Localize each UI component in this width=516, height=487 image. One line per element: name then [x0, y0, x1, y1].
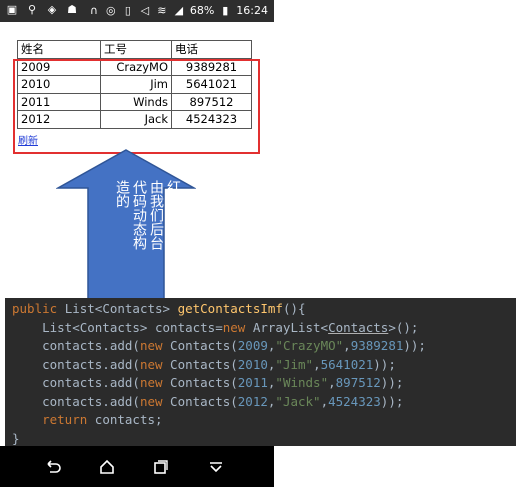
android-icon: ☗ [67, 3, 77, 16]
battery-icon: ▮ [222, 3, 229, 17]
notification-icon: ▣ [6, 3, 18, 16]
home-icon[interactable] [98, 458, 116, 476]
header-name: 姓名 [17, 40, 101, 59]
code-line: contacts.add(new Contacts(2009,"CrazyMO"… [12, 338, 426, 353]
status-bar: ▣ ⚲ ◈ ☗ ∩ ◎ ▯ ◁ ≋ ◢ 68% ▮ 16:24 [0, 0, 274, 22]
header-id: 工号 [100, 40, 172, 59]
battery-percent: 68% [189, 4, 215, 17]
header-phone: 电话 [171, 40, 252, 59]
code-line: contacts.add(new Contacts(2010,"Jim",564… [12, 356, 396, 372]
clock: 16:24 [236, 4, 268, 17]
code-line: public List<Contacts> getContactsImf(){ [12, 301, 306, 316]
signal-icon: ◢ [174, 3, 184, 17]
wifi-icon: ≋ [157, 3, 167, 17]
highlight-box [13, 59, 260, 154]
dropdown-icon[interactable] [207, 458, 225, 476]
status-right-icons: ∩ ◎ ▯ ◁ ≋ ◢ 68% ▮ 16:24 [88, 4, 268, 17]
refresh-link[interactable]: 刷新 [18, 132, 38, 147]
recents-icon[interactable] [152, 458, 170, 476]
annotation-line: 红色部分是 [165, 180, 181, 250]
code-line: List<Contacts> contacts=new ArrayList<Co… [12, 319, 419, 335]
annotation-line: 造的 [114, 180, 130, 208]
annotation-line: 由我们后台 [148, 180, 164, 250]
code-line: contacts.add(new Contacts(2011,"Winds",8… [12, 375, 404, 390]
code-snippet: public List<Contacts> getContactsImf(){ … [5, 298, 516, 446]
shield-icon: ◈ [47, 3, 57, 16]
back-icon[interactable] [44, 458, 62, 476]
table-header-row: 姓名 工号 电话 [17, 40, 252, 59]
usb-icon: ⚲ [27, 3, 37, 16]
code-line: contacts.add(new Contacts(2012,"Jack",45… [12, 393, 404, 409]
vibrate-icon: ▯ [124, 3, 131, 17]
sync-icon: ◎ [106, 3, 116, 17]
code-line: return contacts; [12, 412, 163, 427]
mute-icon: ◁ [140, 3, 150, 17]
code-line: } [12, 430, 20, 446]
status-left-icons: ▣ ⚲ ◈ ☗ [6, 4, 78, 16]
annotation-line: 代码动态构 [131, 180, 147, 250]
headset-icon: ∩ [89, 3, 98, 17]
navigation-bar [0, 446, 274, 487]
annotation-text: 红色部分是 由我们后台 代码动态构 造的 [79, 180, 181, 290]
